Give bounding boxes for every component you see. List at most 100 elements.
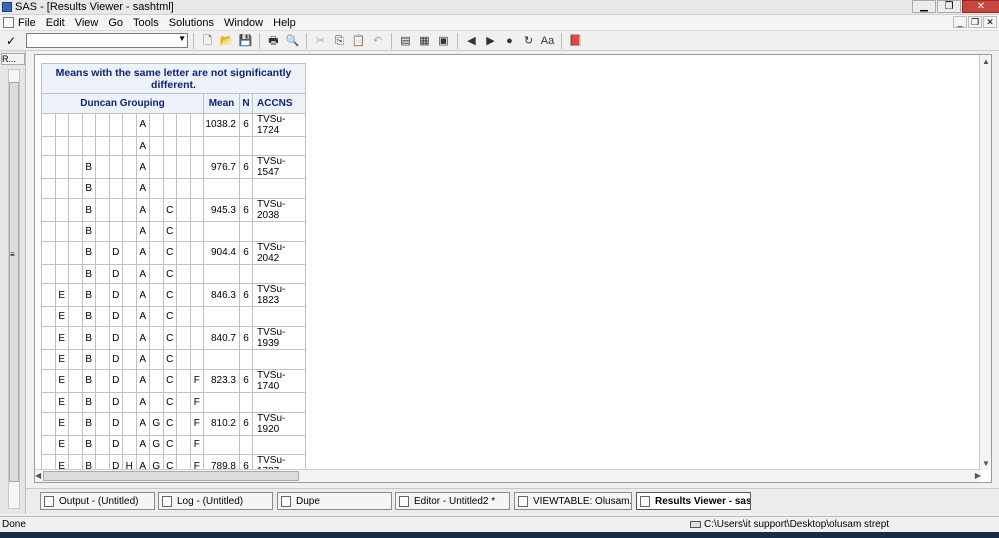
scroll-right-icon[interactable]: ▶ <box>975 471 981 480</box>
tab-dupe[interactable]: Dupe <box>277 492 392 510</box>
grouping-cell: B <box>81 198 96 223</box>
chevron-down-icon[interactable]: ▼ <box>178 34 186 43</box>
scrollbar-thumb[interactable] <box>43 471 299 481</box>
grouping-cell <box>122 411 137 436</box>
grouping-cell: C <box>162 411 177 436</box>
accns-cell <box>252 221 306 242</box>
command-box[interactable]: ▼ <box>26 33 188 48</box>
results-icon[interactable]: ▣ <box>435 33 452 49</box>
forward-arrow-icon[interactable]: ▶ <box>482 33 499 49</box>
grouping-cell <box>149 263 164 285</box>
doc-minimize-icon[interactable]: _ <box>953 16 967 28</box>
grouping-cell <box>41 135 56 157</box>
menu-window[interactable]: Window <box>224 17 263 29</box>
grouping-cell <box>189 135 204 157</box>
refresh-icon[interactable]: ↻ <box>520 33 537 49</box>
stop-icon[interactable]: ● <box>501 33 518 49</box>
menu-edit[interactable]: Edit <box>46 17 65 29</box>
print-icon[interactable]: 🖶 <box>265 33 282 49</box>
scroll-left-icon[interactable]: ◀ <box>35 471 41 480</box>
program-window-icon <box>281 495 291 507</box>
grouping-cell <box>122 135 137 157</box>
grouping-cell: A <box>135 349 150 370</box>
grouping-cell <box>41 368 56 393</box>
tab-results-viewer[interactable]: Results Viewer - sasht... <box>636 492 751 510</box>
scrollbar-thumb[interactable] <box>9 82 19 482</box>
doc-close-icon[interactable]: ✕ <box>983 16 997 28</box>
os-taskbar-edge <box>0 532 999 538</box>
results-window-icon <box>640 495 650 507</box>
menu-view[interactable]: View <box>75 17 99 29</box>
tab-log[interactable]: Log - (Untitled) <box>158 492 273 510</box>
menu-help[interactable]: Help <box>273 17 296 29</box>
accns-cell: TVSu-1823 <box>252 283 306 308</box>
print-preview-icon[interactable]: 🔍 <box>284 33 301 49</box>
back-arrow-icon[interactable]: ◀ <box>463 33 480 49</box>
grouping-cell: A <box>135 198 150 223</box>
grouping-cell: B <box>81 221 96 242</box>
results-pane-tab[interactable]: R... <box>1 53 25 65</box>
restore-icon[interactable]: ❐ <box>937 0 961 13</box>
header-duncan-grouping: Duncan Grouping <box>41 93 204 114</box>
grouping-cell <box>176 240 191 265</box>
grouping-cell <box>189 155 204 180</box>
grouping-cell <box>149 368 164 393</box>
menu-solutions[interactable]: Solutions <box>169 17 214 29</box>
minimize-icon[interactable]: ▁ <box>912 0 936 13</box>
doc-restore-icon[interactable]: ❐ <box>968 16 982 28</box>
save-icon[interactable]: 💾 <box>237 33 254 49</box>
copy-icon[interactable]: ⎘ <box>331 33 348 49</box>
new-icon[interactable]: 🗋 <box>199 33 216 49</box>
cut-icon[interactable]: ✂ <box>312 33 329 49</box>
menu-go[interactable]: Go <box>108 17 123 29</box>
menu-file[interactable]: File <box>18 17 36 29</box>
grouping-cell <box>108 112 123 137</box>
grouping-cell <box>176 326 191 351</box>
tab-output[interactable]: Output - (Untitled) <box>40 492 155 510</box>
grouping-cell <box>162 155 177 180</box>
grouping-cell <box>81 112 96 137</box>
grouping-cell: A <box>135 221 150 242</box>
grouping-cell <box>189 349 204 370</box>
paste-icon[interactable]: 📋 <box>350 33 367 49</box>
accns-cell <box>252 306 306 328</box>
current-folder[interactable]: C:\Users\it support\Desktop\olusam strep… <box>690 519 889 530</box>
scroll-down-icon[interactable]: ▼ <box>982 459 990 468</box>
scroll-up-icon[interactable]: ▲ <box>982 57 990 66</box>
mean-cell: 945.3 <box>203 198 240 223</box>
grouping-cell: D <box>108 240 123 265</box>
n-cell <box>239 263 253 285</box>
grouping-cell <box>149 221 164 242</box>
grouping-cell <box>149 112 164 137</box>
explorer-icon[interactable]: ▦ <box>416 33 433 49</box>
close-icon[interactable]: ✕ <box>962 0 999 13</box>
viewer-vertical-scrollbar[interactable]: ▲ ▼ <box>979 55 991 470</box>
help-book-icon[interactable]: 📕 <box>567 33 584 49</box>
grouping-cell <box>95 391 110 413</box>
grouping-cell: D <box>108 349 123 370</box>
viewer-horizontal-scrollbar[interactable]: ◀ ▶ <box>35 469 981 482</box>
font-icon[interactable]: Aa <box>539 33 556 49</box>
tab-viewtable[interactable]: VIEWTABLE: Olusam.Phd <box>514 492 632 510</box>
grouping-cell <box>122 283 137 308</box>
grouping-cell <box>122 178 137 200</box>
open-icon[interactable]: 📂 <box>218 33 235 49</box>
grouping-cell: A <box>135 263 150 285</box>
toolbar-separator <box>259 32 260 49</box>
menu-tools[interactable]: Tools <box>133 17 159 29</box>
window-tabs-bar: Output - (Untitled) Log - (Untitled) Dup… <box>26 488 999 514</box>
command-input[interactable] <box>27 34 172 47</box>
grouping-cell <box>122 112 137 137</box>
pane-vertical-scrollbar[interactable]: ≡ <box>8 69 20 509</box>
grouping-cell <box>176 349 191 370</box>
n-cell <box>239 178 253 200</box>
libraries-icon[interactable]: ▤ <box>397 33 414 49</box>
undo-icon[interactable]: ↶ <box>369 33 386 49</box>
grouping-cell: B <box>81 326 96 351</box>
document-icon[interactable] <box>3 17 14 28</box>
results-pane: R... ≡ <box>0 51 26 514</box>
tab-editor[interactable]: Editor - Untitled2 * <box>395 492 510 510</box>
submit-command-icon[interactable]: ✓ <box>0 34 22 48</box>
table-row: EBDAGCF <box>41 434 306 456</box>
grouping-cell <box>189 283 204 308</box>
